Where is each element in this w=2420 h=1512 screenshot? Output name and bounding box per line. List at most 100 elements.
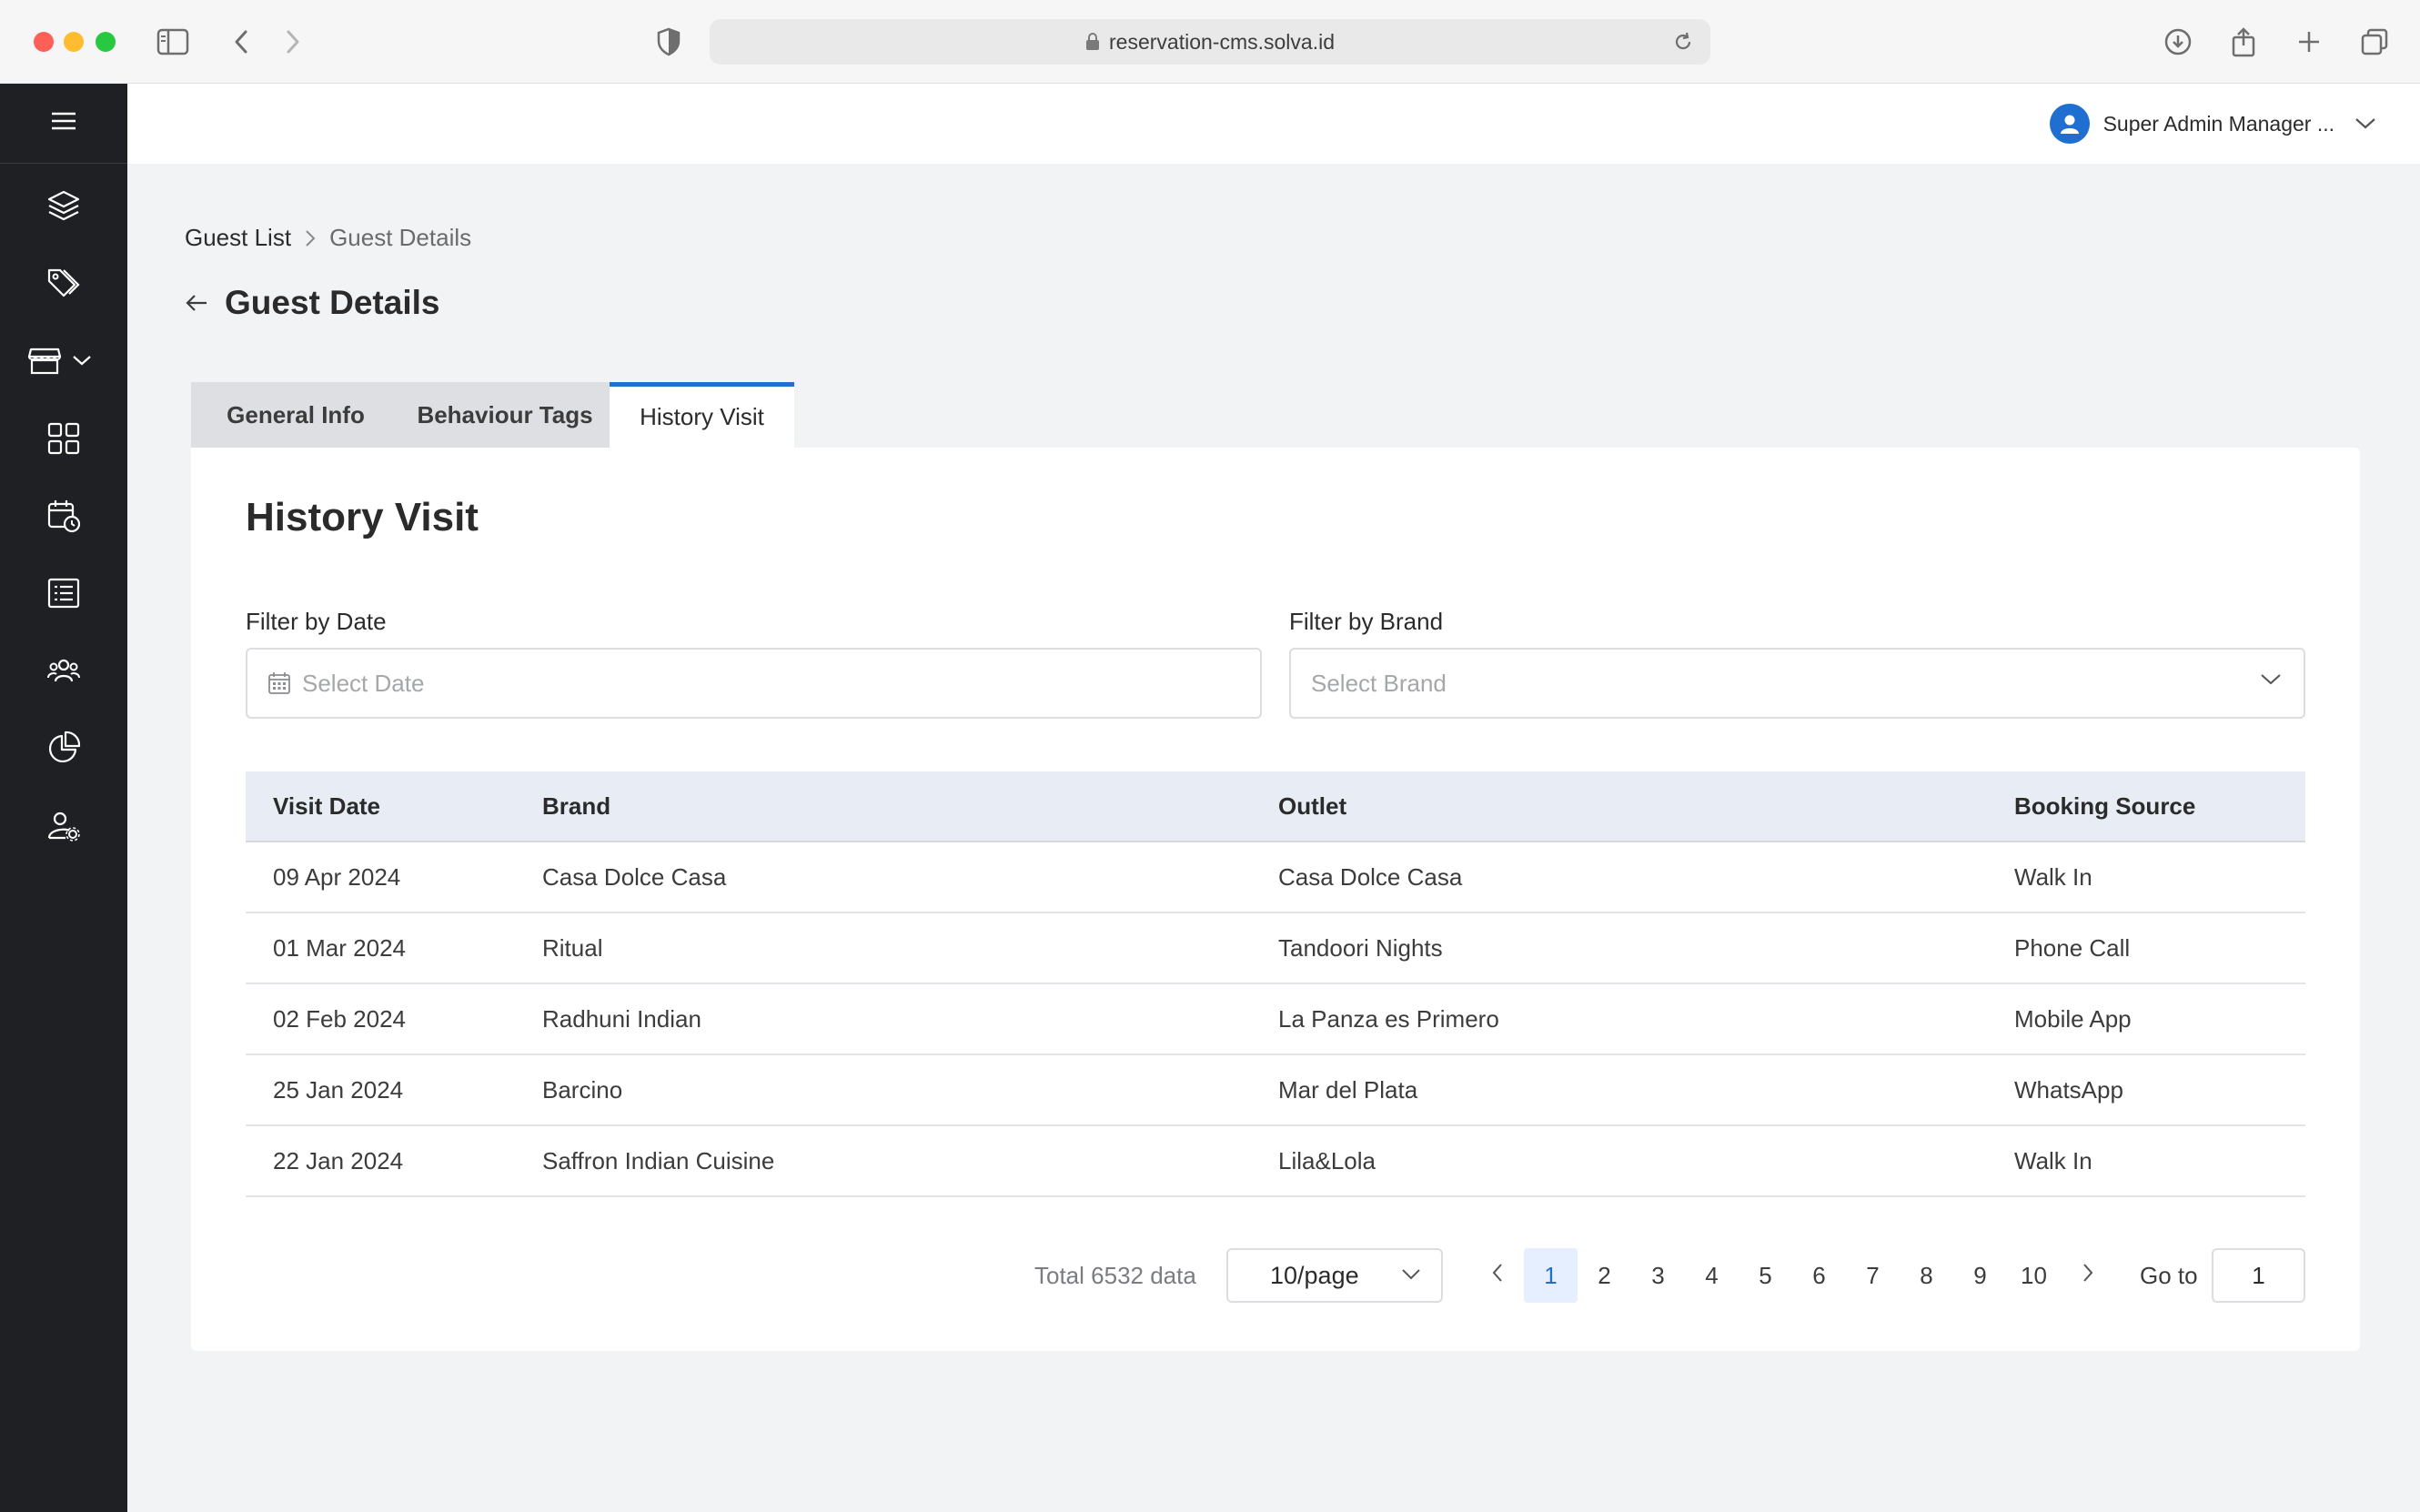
- section-title: History Visit: [246, 495, 479, 539]
- close-window-button[interactable]: [34, 32, 54, 52]
- cell-visit-date: 02 Feb 2024: [273, 1004, 407, 1033]
- page-button-8[interactable]: 8: [1900, 1248, 1953, 1303]
- pie-chart-icon: [45, 730, 82, 771]
- zoom-window-button[interactable]: [96, 32, 116, 52]
- cell-outlet: Lila&Lola: [1278, 1146, 1376, 1174]
- avatar: [2049, 104, 2090, 144]
- hamburger-button[interactable]: [0, 84, 127, 164]
- column-header-visit-date: Visit Date: [273, 791, 381, 820]
- chevron-left-icon: [1491, 1262, 1504, 1290]
- cell-booking-source: Phone Call: [2014, 933, 2131, 962]
- page-button-1[interactable]: 1: [1524, 1248, 1578, 1303]
- page-button-9[interactable]: 9: [1953, 1248, 2007, 1303]
- table-row: 02 Feb 2024 Radhuni Indian La Panza es P…: [246, 984, 2305, 1055]
- page-button-2[interactable]: 2: [1578, 1248, 1631, 1303]
- cell-outlet: Mar del Plata: [1278, 1075, 1418, 1104]
- minimize-window-button[interactable]: [64, 32, 84, 52]
- cell-visit-date: 01 Mar 2024: [273, 933, 406, 962]
- sidebar-item-user-management[interactable]: [0, 801, 127, 855]
- sidebar-item-layers[interactable]: [0, 180, 127, 235]
- breadcrumb: Guest List Guest Details: [185, 224, 471, 252]
- cell-booking-source: Walk In: [2014, 1146, 2092, 1174]
- breadcrumb-item-guest-list[interactable]: Guest List: [185, 224, 291, 252]
- page-button-6[interactable]: 6: [1792, 1248, 1846, 1303]
- cell-brand: Ritual: [542, 933, 603, 962]
- chevron-down-icon: [2260, 673, 2282, 686]
- page-title: Guest Details: [225, 284, 440, 321]
- back-arrow-icon[interactable]: [185, 293, 208, 313]
- breadcrumb-item-guest-details: Guest Details: [329, 224, 472, 251]
- table-row: 09 Apr 2024 Casa Dolce Casa Casa Dolce C…: [246, 842, 2305, 913]
- new-tab-icon[interactable]: [2291, 24, 2327, 60]
- date-placeholder: Select Date: [302, 669, 425, 697]
- tab-history-visit[interactable]: History Visit: [610, 382, 794, 448]
- sidebar-item-reservations[interactable]: [0, 490, 127, 545]
- page-button-7[interactable]: 7: [1846, 1248, 1900, 1303]
- cell-brand: Casa Dolce Casa: [542, 862, 727, 891]
- column-header-brand: Brand: [542, 791, 611, 820]
- chevron-right-icon: [304, 228, 317, 248]
- browser-toolbar: reservation-cms.solva.id: [0, 0, 2420, 84]
- sidebar-item-list[interactable]: [0, 568, 127, 622]
- page-button-5[interactable]: 5: [1739, 1248, 1792, 1303]
- page-size-select[interactable]: 10/page: [1226, 1248, 1443, 1303]
- tag-icon: [45, 265, 82, 306]
- cell-visit-date: 09 Apr 2024: [273, 862, 401, 891]
- cell-visit-date: 25 Jan 2024: [273, 1075, 404, 1104]
- download-icon[interactable]: [2160, 24, 2196, 60]
- column-header-booking-source: Booking Source: [2014, 791, 2196, 820]
- tabs-overview-icon[interactable]: [2356, 24, 2393, 60]
- cell-brand: Radhuni Indian: [542, 1004, 701, 1033]
- table-row: 22 Jan 2024 Saffron Indian Cuisine Lila&…: [246, 1126, 2305, 1197]
- cell-outlet: Casa Dolce Casa: [1278, 862, 1463, 891]
- top-header: Super Admin Manager ...: [127, 84, 2420, 164]
- chevron-down-icon: [72, 354, 92, 371]
- chevron-down-icon: [1401, 1268, 1421, 1281]
- tab-general-info[interactable]: General Info: [191, 382, 400, 448]
- sidebar-item-reports[interactable]: [0, 722, 127, 777]
- cell-brand: Saffron Indian Cuisine: [542, 1146, 775, 1174]
- page-button-4[interactable]: 4: [1685, 1248, 1739, 1303]
- goto-page-input[interactable]: 1: [2212, 1248, 2305, 1303]
- cell-brand: Barcino: [542, 1075, 623, 1104]
- goto-label: Go to: [2140, 1261, 2198, 1289]
- share-icon[interactable]: [2225, 24, 2262, 60]
- sidebar-item-tags[interactable]: [0, 257, 127, 312]
- date-picker-input[interactable]: Select Date: [246, 648, 1262, 719]
- filter-brand-label: Filter by Brand: [1289, 608, 1444, 635]
- sidebar-item-dashboard[interactable]: [0, 413, 127, 468]
- tab-behaviour-tags[interactable]: Behaviour Tags: [400, 382, 610, 448]
- shield-icon[interactable]: [650, 24, 687, 60]
- user-name: Super Admin Manager ...: [2102, 111, 2334, 136]
- history-table: Visit Date Brand Outlet Booking Source 0…: [246, 771, 2305, 1197]
- address-bar[interactable]: reservation-cms.solva.id: [710, 19, 1710, 65]
- sidebar: [0, 84, 127, 1512]
- page-header: Guest Details: [185, 284, 439, 322]
- brand-placeholder: Select Brand: [1311, 669, 1447, 697]
- sidebar-item-store[interactable]: [0, 335, 127, 389]
- sidebar-item-guests[interactable]: [0, 645, 127, 700]
- table-row: 25 Jan 2024 Barcino Mar del Plata WhatsA…: [246, 1055, 2305, 1126]
- sidebar-toggle-icon[interactable]: [155, 24, 191, 60]
- brand-select[interactable]: Select Brand: [1289, 648, 2305, 719]
- cell-visit-date: 22 Jan 2024: [273, 1146, 404, 1174]
- back-icon[interactable]: [223, 24, 259, 60]
- user-menu[interactable]: Super Admin Manager ...: [2049, 104, 2376, 144]
- url-text: reservation-cms.solva.id: [1109, 29, 1335, 54]
- table-row: 01 Mar 2024 Ritual Tandoori Nights Phone…: [246, 913, 2305, 984]
- grid-icon: [45, 420, 82, 461]
- total-count: Total 6532 data: [1034, 1261, 1196, 1289]
- next-page-button[interactable]: [2061, 1248, 2114, 1303]
- list-icon: [45, 575, 82, 616]
- user-settings-icon: [45, 808, 82, 849]
- cell-outlet: Tandoori Nights: [1278, 933, 1443, 962]
- calendar-clock-icon: [45, 498, 82, 539]
- prev-page-button[interactable]: [1470, 1248, 1524, 1303]
- page-button-3[interactable]: 3: [1631, 1248, 1685, 1303]
- cell-booking-source: Walk In: [2014, 862, 2092, 891]
- page-size-value: 10/page: [1270, 1261, 1359, 1289]
- reload-icon[interactable]: [1672, 31, 1694, 53]
- forward-icon[interactable]: [275, 24, 311, 60]
- page-button-10[interactable]: 10: [2007, 1248, 2061, 1303]
- hamburger-icon: [50, 111, 77, 136]
